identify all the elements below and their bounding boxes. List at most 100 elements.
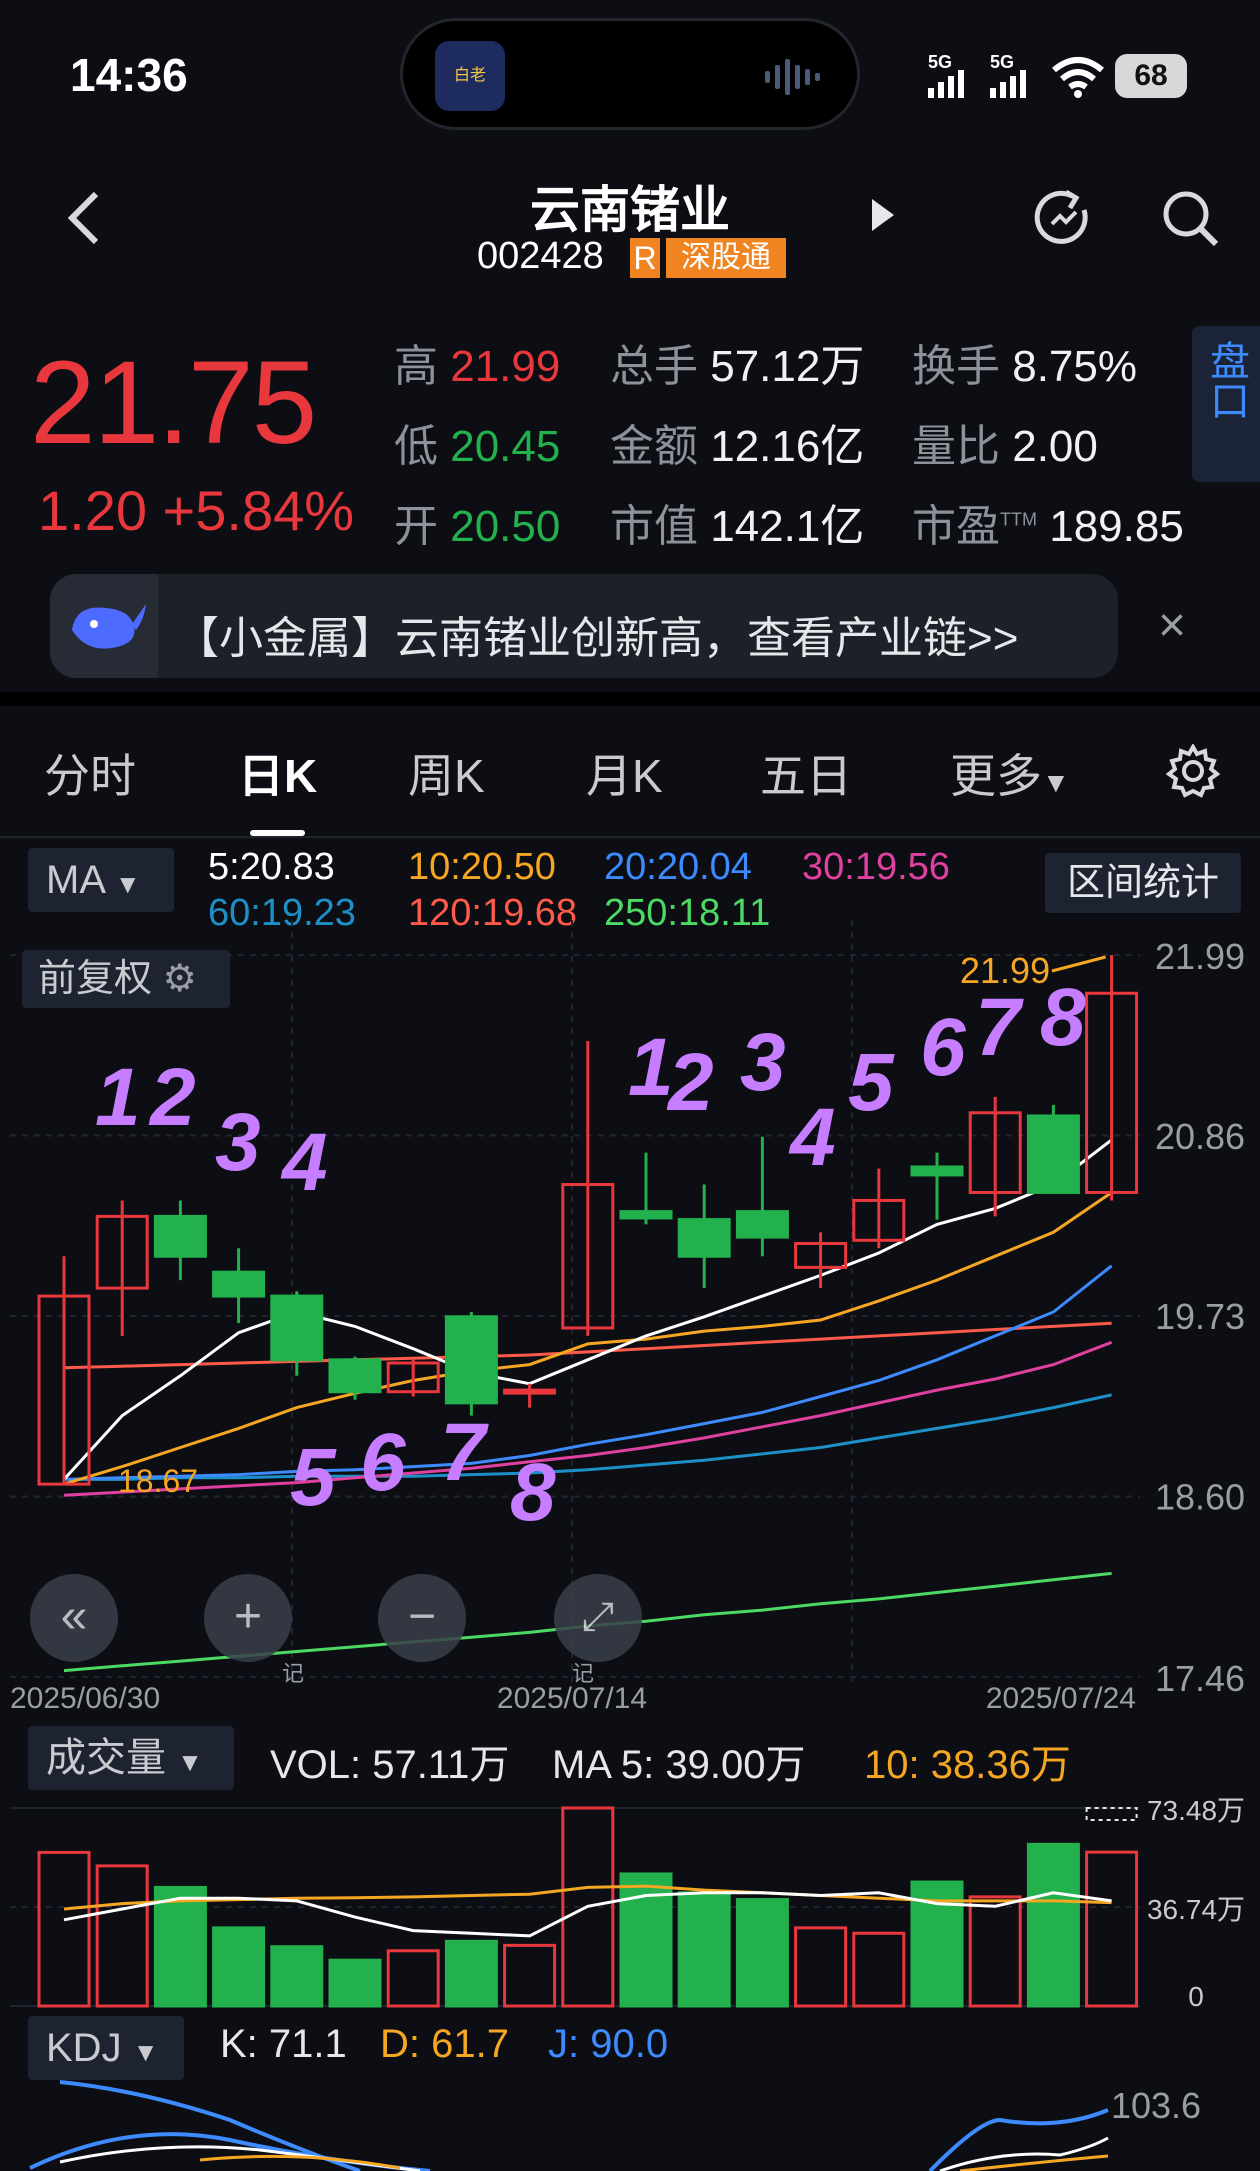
scroll-left-button[interactable]: «	[30, 1574, 118, 1662]
x-tick-label: 2025/06/30	[10, 1682, 160, 1715]
volume-selector-label: 成交量	[46, 1736, 166, 1780]
volume-bar	[1085, 1850, 1139, 2008]
candle-body	[619, 1210, 673, 1220]
vol-value: VOL: 57.11万	[270, 1743, 510, 1787]
adjust-selector[interactable]: 前复权 ⚙	[22, 950, 230, 1008]
volume-bar	[328, 1958, 382, 2008]
gear-icon[interactable]	[1166, 744, 1220, 798]
market-connect-badge: 深股通	[666, 238, 786, 278]
candle-body	[153, 1214, 207, 1258]
pankou-label: 盘口	[1204, 340, 1248, 420]
volume-bar	[444, 1939, 498, 2008]
volume-value: 57.12万	[710, 342, 865, 391]
stock-code: 002428	[477, 235, 604, 277]
hand-annotation: 5	[290, 1432, 337, 1523]
mktcap-label: 市值	[610, 502, 698, 551]
ma20-value: 20:20.04	[604, 846, 752, 888]
hand-annotation: 4	[280, 1117, 328, 1208]
hand-annotation: 1	[628, 1022, 674, 1113]
y-tick-label: 18.60	[1155, 1476, 1245, 1517]
amount-label: 金额	[610, 422, 698, 471]
volume-bar	[153, 1885, 207, 2008]
tab-intraday[interactable]: 分时	[44, 740, 136, 806]
volume-max-marker	[1085, 1807, 1138, 1821]
volume-bar	[503, 1943, 557, 2008]
banner-text: 【小金属】云南锗业创新高，查看产业链>>	[175, 614, 1019, 663]
turnover-label: 换手	[912, 342, 1000, 391]
indicator-selector[interactable]: MA ▼	[28, 848, 174, 912]
tab-weekly-k[interactable]: 周K	[408, 740, 485, 806]
section-divider	[0, 692, 1260, 706]
news-banner[interactable]: 【小金属】云南锗业创新高，查看产业链>>	[50, 574, 1118, 678]
search-icon[interactable]	[1160, 188, 1222, 250]
close-icon[interactable]: ×	[1158, 598, 1186, 653]
volume-bar	[677, 1891, 731, 2008]
kdj-selector[interactable]: KDJ ▼	[28, 2016, 184, 2080]
chevron-down-icon: ▼	[1042, 767, 1070, 798]
vol-ma5-value: MA 5: 39.00万	[552, 1743, 806, 1787]
tab-daily-k[interactable]: 日K	[238, 740, 317, 806]
hand-annotation: 7	[440, 1407, 489, 1498]
hand-annotation: 4	[788, 1092, 836, 1183]
volume-chart[interactable]: 73.48万 36.74万 0	[0, 1790, 1260, 2010]
high-value: 21.99	[450, 342, 561, 391]
range-stats-button[interactable]: 区间统计	[1045, 853, 1241, 913]
volume-selector[interactable]: 成交量 ▼	[28, 1726, 234, 1790]
hand-annotation: 7	[975, 982, 1024, 1073]
candle-body	[735, 1210, 789, 1239]
candle-body	[212, 1270, 266, 1298]
open-value: 20.50	[450, 502, 561, 551]
battery-indicator: 68	[1115, 54, 1187, 98]
amount-value: 12.16亿	[710, 422, 865, 471]
tab-monthly-k[interactable]: 月K	[586, 740, 663, 806]
low-label: 低	[394, 422, 438, 471]
hand-annotation: 6	[360, 1417, 407, 1508]
audio-wave-icon	[765, 59, 820, 95]
volume-bar	[95, 1864, 149, 2008]
tab-five-day[interactable]: 五日	[760, 740, 852, 806]
adjust-label: 前复权	[38, 958, 153, 1000]
hand-annotation: 5	[848, 1037, 895, 1128]
volume-bar	[270, 1945, 324, 2008]
ma10-value: 10:20.50	[408, 846, 556, 888]
island-app-icon[interactable]: 白老	[435, 41, 505, 111]
turnover-value: 8.75%	[1012, 342, 1137, 391]
ma30-value: 30:19.56	[802, 846, 950, 888]
candle-body	[328, 1358, 382, 1394]
volume-bar	[794, 1926, 848, 2008]
candle-body	[270, 1294, 324, 1362]
mktcap-value: 142.1亿	[710, 502, 865, 551]
price-change: 1.20 +5.84%	[38, 479, 355, 542]
low-value: 20.45	[450, 422, 561, 471]
pe-label: 市盈	[912, 502, 1000, 551]
banner-logo	[50, 574, 158, 678]
dynamic-island[interactable]: 白老	[400, 18, 860, 130]
zoom-out-button[interactable]: −	[378, 1574, 466, 1662]
hand-annotation: 6	[920, 1002, 967, 1093]
volume-bar	[968, 1895, 1022, 2008]
kdj-d-value: D: 61.7	[380, 2022, 509, 2066]
fullscreen-button[interactable]: ⤢	[554, 1574, 642, 1662]
refresh-icon[interactable]	[1032, 188, 1094, 250]
kdj-k-line	[59, 2145, 421, 2171]
tab-more[interactable]: 更多▼	[950, 740, 1070, 806]
tab-more-label: 更多	[950, 750, 1042, 802]
kdj-y-tick: 103.6	[1111, 2085, 1201, 2126]
open-label: 开	[394, 502, 438, 551]
zoom-in-button[interactable]: +	[204, 1574, 292, 1662]
status-time: 14:36	[70, 49, 188, 101]
current-price: 21.75	[30, 337, 317, 469]
next-stock-icon[interactable]	[868, 195, 898, 235]
indicator-selector-label: MA	[46, 858, 104, 902]
volume-y-tick: 36.74万	[1147, 1894, 1245, 1925]
note-tag: 记	[572, 1661, 595, 1686]
candle-body	[677, 1218, 731, 1258]
kdj-j-line-right	[928, 2108, 1109, 2171]
candle-body	[910, 1165, 964, 1177]
kdj-chart[interactable]: 103.6	[0, 2080, 1260, 2171]
vol-ma10-value: 10: 38.36万	[864, 1743, 1071, 1787]
volume-bar	[386, 1949, 440, 2008]
kdj-k-line-right	[939, 2136, 1109, 2171]
tab-separator	[0, 836, 1260, 838]
pankou-button[interactable]: 盘口	[1192, 326, 1260, 482]
